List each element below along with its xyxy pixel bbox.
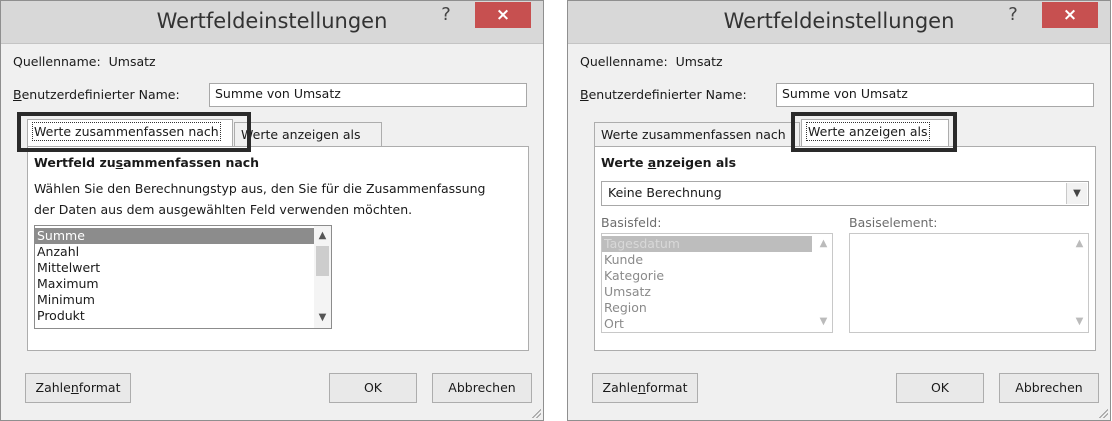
base-item-list[interactable]: ▲ ▼ xyxy=(849,233,1089,333)
chevron-up-icon[interactable]: ▲ xyxy=(314,228,331,244)
close-icon[interactable]: × xyxy=(475,2,531,28)
list-scrollbar[interactable]: ▲ ▼ xyxy=(314,226,331,328)
list-item[interactable]: Mittelwert xyxy=(35,260,331,276)
custom-name-input[interactable]: Summe von Umsatz xyxy=(776,83,1094,107)
chevron-up-icon[interactable]: ▲ xyxy=(1071,236,1088,252)
list-item[interactable]: Kunde xyxy=(602,252,832,268)
description-line-2: der Daten aus dem ausgewählten Feld verw… xyxy=(34,202,413,217)
help-icon[interactable]: ? xyxy=(435,4,457,28)
list-item[interactable]: Produkt xyxy=(35,308,331,324)
custom-name-label: Benutzerdefinierter Name: xyxy=(13,87,180,102)
dialog-title: Wertfeldeinstellungen xyxy=(723,9,955,33)
list-item[interactable]: Maximum xyxy=(35,276,331,292)
chevron-up-icon[interactable]: ▲ xyxy=(815,236,832,252)
base-field-list[interactable]: Tagesdatum Kunde Kategorie Umsatz Region… xyxy=(601,233,833,333)
description-line-1: Wählen Sie den Berechnungstyp aus, den S… xyxy=(34,181,486,196)
base-field-label: Basisfeld: xyxy=(601,215,662,230)
highlight-frame xyxy=(791,112,957,152)
dialog-title: Wertfeldeinstellungen xyxy=(156,9,388,33)
source-name-value: Umsatz xyxy=(675,54,723,69)
scrollbar-thumb[interactable] xyxy=(316,246,329,276)
ok-button[interactable]: OK xyxy=(896,373,984,403)
summarize-panel: Wertfeld zusammenfassen nach Wählen Sie … xyxy=(27,146,529,351)
value-field-settings-dialog-show-as: Wertfeldeinstellungen ? × Quellenname: U… xyxy=(567,0,1111,421)
list-item[interactable]: Ort xyxy=(602,316,832,332)
source-name-value: Umsatz xyxy=(108,54,156,69)
source-name-label: Quellenname: Umsatz xyxy=(580,54,723,69)
list-item[interactable]: Umsatz xyxy=(602,284,832,300)
section-heading: Wertfeld zusammenfassen nach xyxy=(34,155,260,170)
close-icon[interactable]: × xyxy=(1042,2,1098,28)
show-values-as-panel: Werte anzeigen als Keine Berechnung ▼ Ba… xyxy=(594,146,1096,351)
cancel-button[interactable]: Abbrechen xyxy=(999,373,1099,403)
tab-show-values-as[interactable]: Werte anzeigen als xyxy=(234,122,382,148)
help-icon[interactable]: ? xyxy=(1002,4,1024,28)
tab-summarize-values[interactable]: Werte zusammenfassen nach xyxy=(594,122,800,148)
summary-function-list[interactable]: Summe Anzahl Mittelwert Maximum Minimum … xyxy=(34,225,332,329)
value-field-settings-dialog-summarize: Wertfeldeinstellungen ? × Quellenname: U… xyxy=(0,0,544,421)
title-bar[interactable]: Wertfeldeinstellungen ? × xyxy=(1,1,543,44)
base-item-label: Basiselement: xyxy=(849,215,938,230)
resize-grip[interactable] xyxy=(531,408,541,418)
number-format-button[interactable]: Zahlenformat xyxy=(25,373,131,403)
section-heading: Werte anzeigen als xyxy=(601,155,737,170)
highlight-frame xyxy=(17,112,251,152)
list-item[interactable]: Anzahl xyxy=(35,244,331,260)
chevron-down-icon[interactable]: ▼ xyxy=(314,310,331,326)
list-item[interactable]: Kategorie xyxy=(602,268,832,284)
calculation-select[interactable]: Keine Berechnung ▼ xyxy=(601,181,1089,206)
chevron-down-icon[interactable]: ▼ xyxy=(1071,314,1088,330)
custom-name-input[interactable]: Summe von Umsatz xyxy=(209,83,527,107)
list-item[interactable]: Minimum xyxy=(35,292,331,308)
calculation-select-value: Keine Berechnung xyxy=(608,185,722,200)
list-item[interactable]: Region xyxy=(602,300,832,316)
chevron-down-icon[interactable]: ▼ xyxy=(815,314,832,330)
chevron-down-icon[interactable]: ▼ xyxy=(1066,183,1087,204)
number-format-button[interactable]: Zahlenformat xyxy=(592,373,698,403)
cancel-button[interactable]: Abbrechen xyxy=(432,373,532,403)
title-bar[interactable]: Wertfeldeinstellungen ? × xyxy=(568,1,1110,44)
list-item[interactable]: Summe xyxy=(35,228,331,244)
resize-grip[interactable] xyxy=(1098,408,1108,418)
list-item[interactable]: Tagesdatum xyxy=(602,236,812,252)
ok-button[interactable]: OK xyxy=(329,373,417,403)
source-name-label: Quellenname: Umsatz xyxy=(13,54,156,69)
list-scrollbar[interactable]: ▲ ▼ xyxy=(1071,234,1088,332)
custom-name-label: Benutzerdefinierter Name: xyxy=(580,87,747,102)
list-scrollbar[interactable]: ▲ ▼ xyxy=(815,234,832,332)
